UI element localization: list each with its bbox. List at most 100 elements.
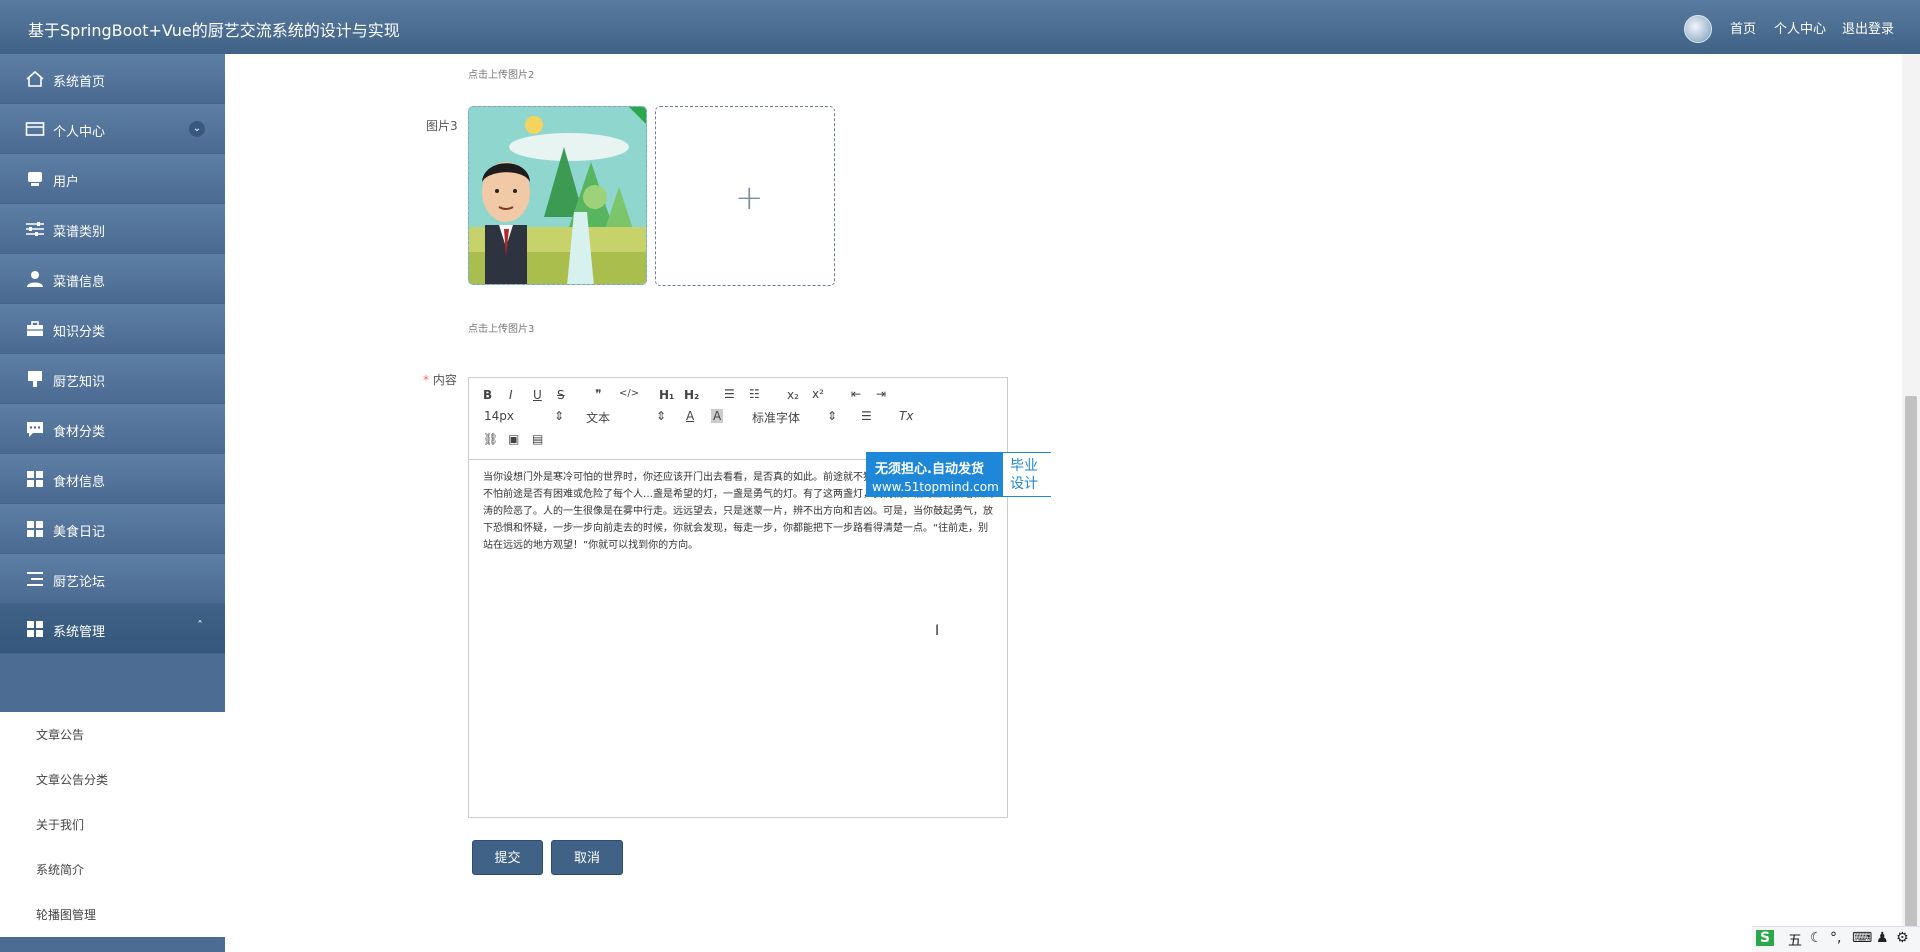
font-select-value: 标准字体 bbox=[752, 411, 801, 425]
sidebar-item-label: 食材分类 bbox=[53, 425, 106, 440]
sidebar-item-label: 系统管理 bbox=[53, 625, 106, 640]
scrollbar-thumb[interactable] bbox=[1905, 396, 1917, 952]
text-color-button[interactable]: A bbox=[686, 409, 694, 423]
grid-icon bbox=[27, 471, 43, 487]
settings-icon[interactable]: ⚙ bbox=[1896, 930, 1909, 946]
avatar[interactable] bbox=[1684, 15, 1712, 43]
top-header: 基于SpringBoot+Vue的厨艺交流系统的设计与实现 首页 个人中心 退出… bbox=[0, 0, 1920, 54]
upload-hint-3: 点击上传图片3 bbox=[468, 324, 535, 335]
header1-button[interactable]: H₁ bbox=[659, 388, 674, 402]
sidebar-item-knowledge-category[interactable]: 知识分类 bbox=[0, 304, 225, 354]
sidebar-item-profile[interactable]: 个人中心 ⌄ bbox=[0, 104, 225, 154]
superscript-button[interactable]: x² bbox=[812, 387, 824, 401]
sidebar-item-forum[interactable]: 厨艺论坛 bbox=[0, 554, 225, 604]
required-mark: * bbox=[423, 373, 429, 387]
sliders-icon bbox=[26, 222, 44, 236]
image3-thumbnail[interactable] bbox=[468, 106, 647, 285]
user-icon[interactable]: ♟ bbox=[1876, 930, 1889, 946]
sidebar-item-recipe-category[interactable]: 菜谱类别 bbox=[0, 204, 225, 254]
sidebar-item-label: 厨艺知识 bbox=[53, 375, 106, 390]
submenu-item-carousel[interactable]: 轮播图管理 bbox=[36, 906, 96, 923]
text-cursor-icon: I bbox=[935, 623, 940, 639]
submenu-item-system-intro[interactable]: 系统简介 bbox=[36, 861, 84, 878]
submenu-item-about-us[interactable]: 关于我们 bbox=[36, 816, 84, 833]
content-label: * 内容 bbox=[423, 371, 457, 388]
grid-icon bbox=[27, 521, 43, 537]
image3-label: 图片3 bbox=[426, 119, 458, 133]
sidebar-item-ingredient-category[interactable]: 食材分类 bbox=[0, 404, 225, 454]
keyboard-icon[interactable]: ⌨ bbox=[1852, 930, 1872, 946]
watermark-line2: www.51topmind.com bbox=[872, 480, 999, 494]
punctuation-icon[interactable]: °, bbox=[1830, 930, 1841, 946]
sidebar-item-label: 菜谱类别 bbox=[53, 225, 106, 240]
chevron-down-icon[interactable]: ⌄ bbox=[189, 121, 205, 137]
nav-profile-link[interactable]: 个人中心 bbox=[1774, 18, 1826, 37]
moon-icon[interactable]: ☾ bbox=[1810, 930, 1823, 946]
uploaded-image bbox=[469, 107, 646, 284]
watermark-right: 毕业设计 bbox=[1003, 453, 1051, 496]
background-color-button[interactable]: A bbox=[711, 409, 724, 423]
size-select-value: 14px bbox=[484, 409, 514, 423]
indent-button[interactable]: ⇥ bbox=[876, 387, 886, 401]
submenu-item-announcement-category[interactable]: 文章公告分类 bbox=[36, 771, 108, 788]
sidebar-item-recipe-info[interactable]: 菜谱信息 bbox=[0, 254, 225, 304]
clean-format-button[interactable]: Tx bbox=[899, 409, 913, 423]
subscript-button[interactable]: x₂ bbox=[787, 388, 799, 402]
align-button[interactable]: ☰ bbox=[861, 409, 872, 423]
strike-button[interactable]: S bbox=[557, 388, 565, 402]
chevron-up-icon[interactable]: ˆ bbox=[197, 619, 203, 633]
image-button[interactable]: ▣ bbox=[508, 432, 519, 446]
sidebar-item-cooking-knowledge[interactable]: 厨艺知识 bbox=[0, 354, 225, 404]
sidebar: 系统首页 个人中心 ⌄ 用户 菜谱类别 菜谱信息 知识分类 厨艺知识 食材分类 … bbox=[0, 54, 225, 952]
briefcase-icon bbox=[27, 321, 43, 336]
sidebar-item-label: 用户 bbox=[53, 175, 80, 190]
select-arrows-icon: ⇕ bbox=[656, 409, 667, 423]
content-label-text: 内容 bbox=[432, 373, 457, 387]
sidebar-item-label: 食材信息 bbox=[53, 475, 106, 490]
sidebar-item-ingredient-info[interactable]: 食材信息 bbox=[0, 454, 225, 504]
watermark-badge: 无须担心.自动发货 www.51topmind.com 毕业设计 bbox=[866, 452, 1051, 497]
board-icon bbox=[28, 371, 42, 387]
sidebar-item-system-management[interactable]: 系统管理 ˆ bbox=[0, 604, 225, 654]
code-block-button[interactable]: </> bbox=[619, 388, 639, 399]
size-select[interactable]: 14px ⇕ bbox=[484, 409, 564, 423]
ime-mode[interactable]: 五 bbox=[1788, 930, 1802, 950]
video-button[interactable]: ▤ bbox=[532, 432, 543, 446]
outdent-button[interactable]: ⇤ bbox=[851, 387, 861, 401]
sidebar-item-label: 厨艺论坛 bbox=[53, 575, 106, 590]
sidebar-item-food-diary[interactable]: 美食日记 bbox=[0, 504, 225, 554]
submit-button[interactable]: 提交 bbox=[472, 840, 543, 875]
italic-button[interactable]: I bbox=[509, 388, 513, 402]
sidebar-item-home[interactable]: 系统首页 bbox=[0, 54, 225, 104]
header-select-value: 文本 bbox=[586, 411, 611, 425]
nav-home-link[interactable]: 首页 bbox=[1730, 18, 1756, 37]
link-button[interactable]: ⛓ bbox=[483, 432, 498, 446]
blockquote-button[interactable]: ❞ bbox=[595, 387, 601, 401]
upload-hint-2: 点击上传图片2 bbox=[468, 70, 535, 81]
rich-text-editor[interactable]: B I U S ❞ </> H₁ H₂ ☰ ☷ x₂ x² ⇤ ⇥ 14px ⇕ … bbox=[468, 377, 1008, 818]
image3-upload-button[interactable]: + bbox=[655, 106, 835, 286]
ordered-list-button[interactable]: ☰ bbox=[724, 387, 735, 401]
header2-button[interactable]: H₂ bbox=[684, 388, 699, 402]
bullet-list-button[interactable]: ☷ bbox=[749, 387, 760, 401]
nav-logout-link[interactable]: 退出登录 bbox=[1842, 18, 1894, 37]
sidebar-item-label: 知识分类 bbox=[53, 325, 106, 340]
header-select[interactable]: 文本 ⇕ bbox=[586, 409, 666, 426]
submenu-item-announcement[interactable]: 文章公告 bbox=[36, 726, 84, 743]
font-select[interactable]: 标准字体 ⇕ bbox=[752, 409, 837, 426]
select-arrows-icon: ⇕ bbox=[554, 409, 565, 423]
cancel-button[interactable]: 取消 bbox=[551, 840, 623, 875]
bold-button[interactable]: B bbox=[483, 388, 492, 402]
sidebar-item-label: 美食日记 bbox=[53, 525, 106, 540]
monitor-icon bbox=[28, 172, 42, 186]
home-icon bbox=[26, 70, 44, 87]
watermark-line1: 无须担心.自动发货 bbox=[875, 462, 984, 477]
chat-icon bbox=[27, 422, 43, 437]
card-icon bbox=[25, 122, 45, 136]
ime-logo-icon[interactable]: S bbox=[1756, 930, 1775, 946]
list-icon bbox=[27, 572, 43, 586]
app-title: 基于SpringBoot+Vue的厨艺交流系统的设计与实现 bbox=[28, 21, 400, 40]
underline-button[interactable]: U bbox=[533, 388, 542, 402]
sidebar-item-user[interactable]: 用户 bbox=[0, 154, 225, 204]
select-arrows-icon: ⇕ bbox=[827, 409, 838, 423]
